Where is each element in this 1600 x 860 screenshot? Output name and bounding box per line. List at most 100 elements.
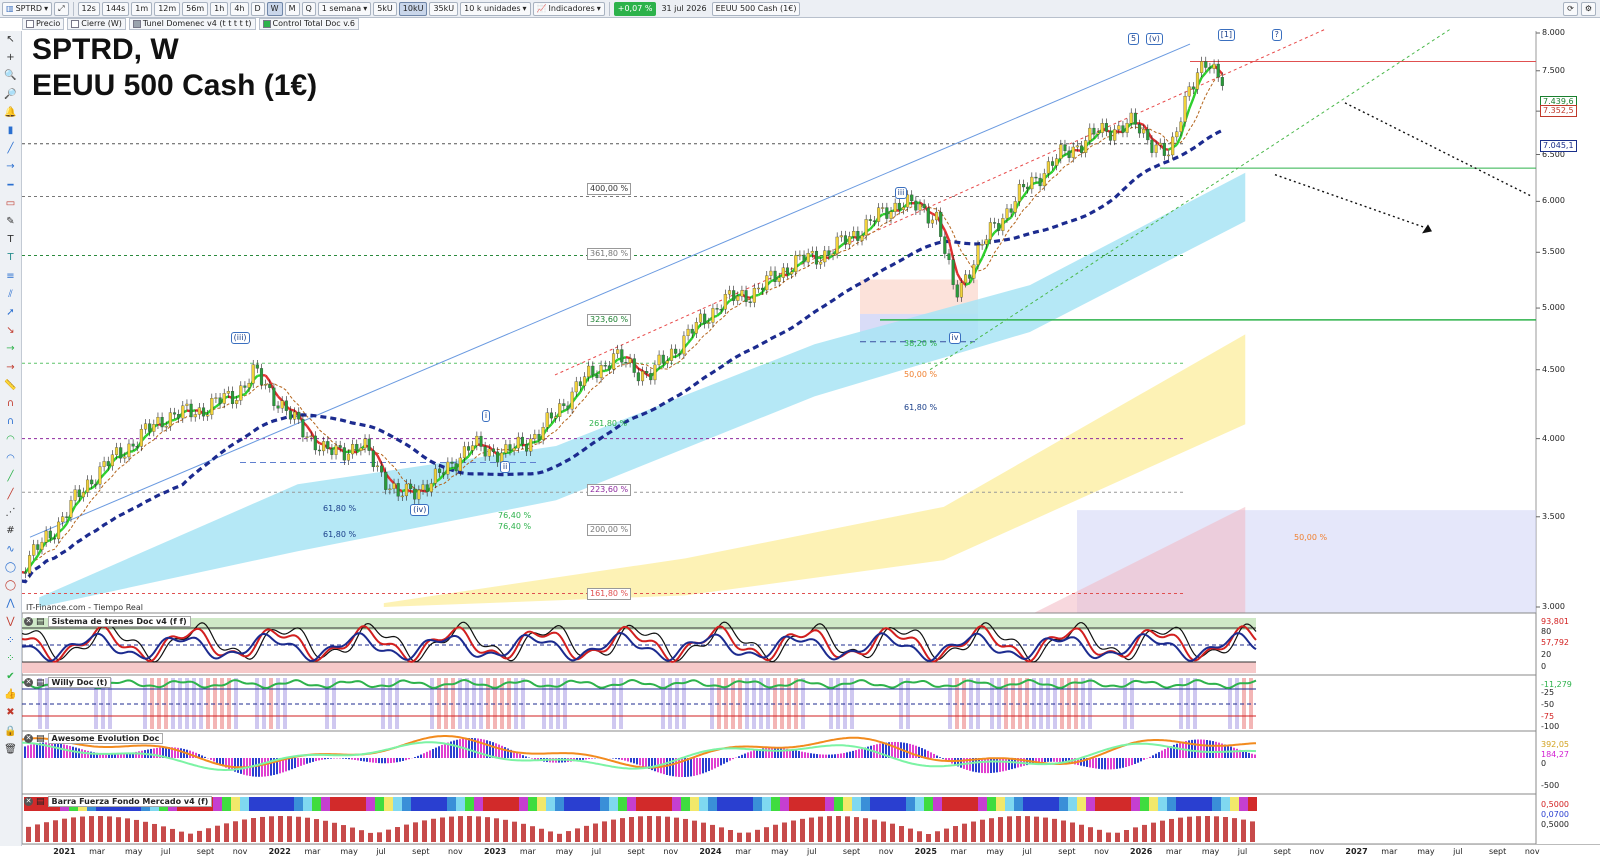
timeframe-button-1m[interactable]: 1m: [131, 1, 153, 16]
zoom-out-icon[interactable]: 🔎: [3, 88, 18, 102]
histogram-bar: [1095, 758, 1097, 769]
curve-icon[interactable]: ∩: [3, 415, 18, 429]
time-axis-label: may: [1201, 847, 1220, 856]
hline-icon[interactable]: ━: [3, 179, 18, 193]
timeframe-button-D[interactable]: D: [250, 1, 265, 16]
indicator-toggle[interactable]: Control Total Doc v.6: [258, 18, 359, 30]
fib-level-label: 400,00 %: [587, 183, 632, 195]
timeframe-button-Q[interactable]: Q: [301, 1, 316, 16]
timeframe-button-56m[interactable]: 56m: [182, 1, 209, 16]
candle-body: [239, 385, 243, 401]
ruler-icon[interactable]: 📏: [3, 379, 18, 393]
unit-button-10kU[interactable]: 10kU: [398, 1, 428, 16]
timeframe-button-1h[interactable]: 1h: [210, 1, 229, 16]
cursor-icon[interactable]: ↖: [3, 33, 18, 47]
period-select[interactable]: 1 semana ▾: [317, 1, 372, 16]
wave-icon[interactable]: ∿: [3, 543, 18, 557]
indicator-toggle[interactable]: Cierre (W): [67, 18, 126, 30]
checkbox[interactable]: [26, 20, 34, 28]
checkbox[interactable]: [262, 20, 271, 28]
chart-canvas[interactable]: [0, 0, 1600, 860]
indicators-button[interactable]: 📈 Indicadores ▾: [532, 1, 605, 16]
units-select[interactable]: 10 k unidades ▾: [460, 1, 531, 16]
trash-icon[interactable]: 🗑: [3, 743, 18, 757]
arrow-icon[interactable]: ↘: [3, 324, 18, 338]
curve-icon[interactable]: ∩: [3, 397, 18, 411]
line-icon[interactable]: ╱: [3, 142, 18, 156]
text-icon[interactable]: T: [3, 251, 18, 265]
channel-icon[interactable]: ⫽: [3, 288, 18, 302]
node-icon[interactable]: ⁘: [3, 634, 18, 648]
text-icon[interactable]: T: [3, 233, 18, 247]
timeframe-button-12s[interactable]: 12s: [77, 1, 100, 16]
close-icon[interactable]: ✕: [24, 678, 33, 687]
close-icon[interactable]: ✖: [3, 706, 18, 720]
panel-settings-icon[interactable]: ▤: [36, 734, 45, 744]
close-icon[interactable]: ✕: [24, 617, 33, 626]
panel-settings-icon[interactable]: ▤: [36, 797, 45, 807]
sync-button[interactable]: ⟳: [1563, 2, 1578, 16]
arrow-icon[interactable]: ➚: [3, 306, 18, 320]
rect-icon[interactable]: ▭: [3, 197, 18, 211]
line-icon[interactable]: ╱: [3, 488, 18, 502]
timeframe-button-4h[interactable]: 4h: [230, 1, 249, 16]
candle-body: [193, 414, 197, 418]
crosshair-icon[interactable]: +: [3, 51, 18, 65]
gann-icon[interactable]: #: [3, 524, 18, 538]
indicator-panel-header[interactable]: ✕ ▤ Barra Fuerza Fondo Mercado v4 (f): [24, 796, 213, 807]
force-bar: [798, 797, 807, 811]
histogram-bar: [639, 758, 641, 766]
indicator-panel-header[interactable]: ✕ ▤ Willy Doc (t): [24, 677, 112, 688]
unit-button-35kU[interactable]: 35kU: [429, 1, 459, 16]
arc-icon[interactable]: ◠: [3, 452, 18, 466]
fib-icon[interactable]: ≡: [3, 270, 18, 284]
line-icon[interactable]: ╱: [3, 470, 18, 484]
panel-settings-icon[interactable]: ▤: [36, 617, 45, 627]
check-icon[interactable]: ✔: [3, 670, 18, 684]
timeframe-button-144s[interactable]: 144s: [101, 1, 130, 16]
timeframe-button-12m[interactable]: 12m: [154, 1, 181, 16]
candle-body: [1009, 208, 1013, 213]
force-hist: [593, 823, 598, 842]
candle-body: [533, 434, 537, 440]
zoom-icon[interactable]: 🔍: [3, 69, 18, 83]
timeframe-button-M[interactable]: M: [284, 1, 300, 16]
cycle-icon[interactable]: ◯: [3, 561, 18, 575]
node-icon[interactable]: ⁘: [3, 652, 18, 666]
price-tag: 7.045,1: [1540, 140, 1577, 152]
indicator-panel-header[interactable]: ✕ ▤ Sistema de trenes Doc v4 (f f): [24, 616, 191, 627]
lock-icon[interactable]: 🔒: [3, 725, 18, 739]
cycle-icon[interactable]: ◯: [3, 579, 18, 593]
histogram-bar: [588, 758, 590, 760]
timeframe-button-W[interactable]: W: [266, 1, 283, 16]
histogram-bar: [375, 758, 377, 763]
arrow-icon[interactable]: →: [3, 342, 18, 356]
indicator-toggle[interactable]: Tunel Domenec v4 (t t t t t): [128, 18, 256, 30]
fan-icon[interactable]: ⋰: [3, 506, 18, 520]
pattern-icon[interactable]: ⋀: [3, 597, 18, 611]
unit-button-5kU[interactable]: 5kU: [373, 1, 397, 16]
force-bar: [951, 797, 960, 811]
candle-body: [736, 295, 740, 301]
checkbox[interactable]: [132, 20, 141, 28]
price-tag: 7.352,5: [1540, 105, 1577, 117]
indicator-panel-header[interactable]: ✕ ▤ Awesome Evolution Doc: [24, 733, 164, 744]
candle-body: [872, 220, 876, 222]
fit-button[interactable]: ⤢: [54, 1, 69, 16]
thumbs-up-icon[interactable]: 👍: [3, 688, 18, 702]
bell-icon[interactable]: 🔔: [3, 106, 18, 120]
checkbox[interactable]: [71, 20, 80, 28]
settings-button[interactable]: ⚙: [1580, 2, 1596, 16]
ray-icon[interactable]: →: [3, 160, 18, 174]
arrow-icon[interactable]: →: [3, 361, 18, 375]
panel-settings-icon[interactable]: ▤: [36, 678, 45, 688]
symbol-select[interactable]: ▥ SPTRD ▾: [2, 1, 53, 16]
indicator-toggle[interactable]: Precio: [22, 18, 65, 30]
arc-icon[interactable]: ◠: [3, 433, 18, 447]
close-icon[interactable]: ✕: [24, 734, 33, 743]
bar-icon[interactable]: ▮: [3, 124, 18, 138]
histogram-bar: [441, 744, 443, 758]
close-icon[interactable]: ✕: [24, 797, 33, 806]
pattern-icon[interactable]: ⋁: [3, 615, 18, 629]
pen-icon[interactable]: ✎: [3, 215, 18, 229]
